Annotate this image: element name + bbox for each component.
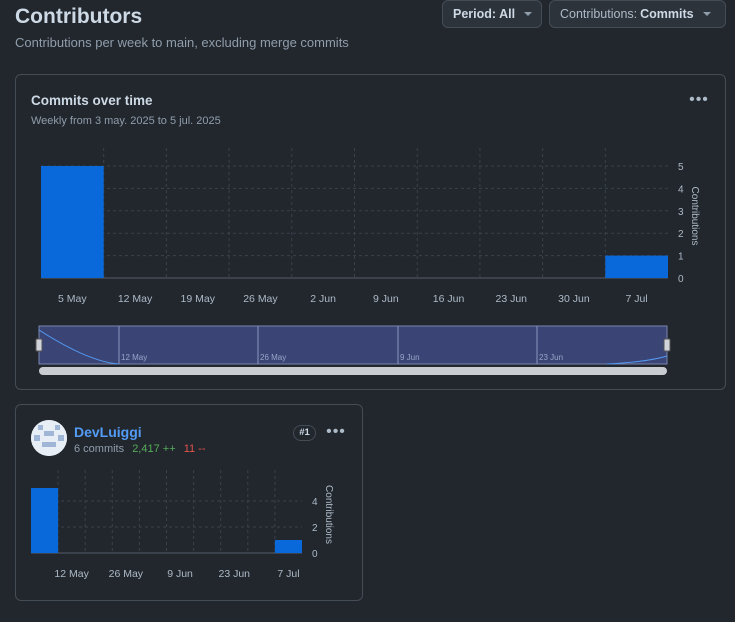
y-tick-label: 0 [678, 274, 684, 285]
x-tick-label: 9 Jun [167, 568, 193, 580]
horizontal-scrollbar[interactable] [39, 367, 667, 375]
contributor-card: DevLuiggi 6 commits 2,417 ++ 11 -- #1 ••… [15, 404, 363, 601]
y-tick-label: 0 [312, 549, 318, 560]
x-tick-label: 26 May [243, 293, 278, 305]
x-tick-label: 26 May [109, 568, 144, 580]
brush-label: 12 May [121, 353, 147, 362]
brush-label: 23 Jun [539, 353, 563, 362]
contributions-select-button[interactable]: Contributions: Commits [549, 0, 726, 28]
period-label: Period: [453, 7, 497, 21]
brush-handle-right[interactable] [663, 338, 671, 352]
chart-bar [31, 488, 59, 553]
x-tick-label: 30 Jun [558, 293, 590, 305]
x-tick-label: 7 Jul [626, 293, 648, 305]
period-select-button[interactable]: Period: All [442, 0, 542, 28]
x-tick-label: 2 Jun [310, 293, 336, 305]
x-tick-label: 23 Jun [218, 568, 250, 580]
y-tick-label: 1 [678, 252, 684, 263]
y-tick-label: 2 [678, 229, 684, 240]
brush-handle-left[interactable] [35, 338, 43, 352]
chevron-down-icon [524, 12, 533, 16]
x-tick-label: 12 May [118, 293, 153, 305]
brush-label: 26 May [260, 353, 286, 362]
y-axis-label: Contributions [689, 187, 700, 246]
brush-label: 9 Jun [400, 353, 420, 362]
contributor-chart: 0 2 4 12 May 26 May 9 Jun 23 Jun 7 Jul Contribut… [31, 470, 334, 580]
x-tick-label: 9 Jun [373, 293, 399, 305]
page-title: Contributors [15, 5, 143, 28]
chart-bar [274, 540, 302, 553]
x-tick-label: 7 Jul [277, 568, 299, 580]
y-tick-label: 4 [312, 497, 318, 508]
period-value: All [499, 7, 516, 21]
y-tick-label: 2 [312, 523, 318, 534]
chart-bar [41, 166, 104, 278]
contributions-value: Commits [640, 7, 694, 21]
x-tick-label: 23 Jun [495, 293, 527, 305]
page-subtitle: Contributions per week to main, excludin… [15, 35, 349, 50]
y-tick-label: 3 [678, 207, 684, 218]
chevron-down-icon [702, 12, 711, 16]
x-tick-label: 5 May [58, 293, 87, 305]
commits-chart: 0 1 2 3 4 5 5 May 12 May 19 May 26 May 2 Jun 9 Jun 1… [35, 148, 700, 375]
y-tick-label: 4 [678, 184, 684, 195]
y-tick-label: 5 [678, 162, 684, 173]
commits-over-time-card: Commits over time Weekly from 3 may. 202… [15, 74, 726, 390]
contributions-label: Contributions: [560, 7, 638, 21]
x-tick-label: 16 Jun [433, 293, 465, 305]
x-tick-label: 19 May [181, 293, 216, 305]
chart-bar [605, 255, 668, 278]
y-axis-label: Contributions [323, 485, 334, 544]
x-tick-label: 12 May [54, 568, 89, 580]
